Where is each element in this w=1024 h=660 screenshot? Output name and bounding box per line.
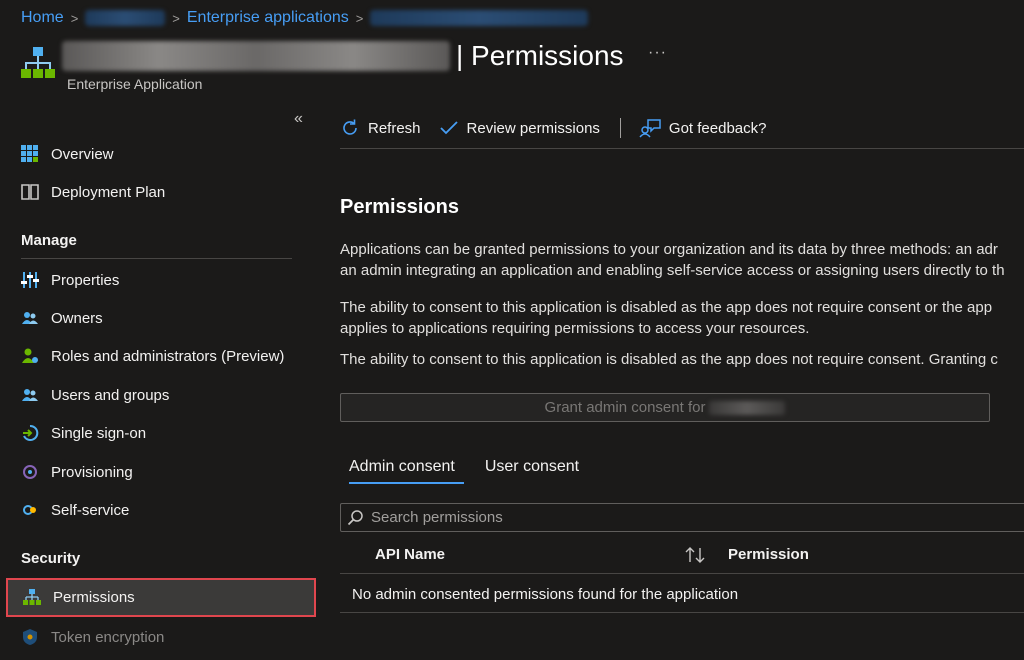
- divider: [340, 148, 1024, 149]
- sidebar-item-overview[interactable]: Overview: [6, 136, 316, 172]
- sidebar-item-label: Single sign-on: [51, 424, 147, 442]
- description-line: The ability to consent to this applicati…: [340, 299, 993, 316]
- people-icon: [20, 308, 40, 328]
- review-permissions-button[interactable]: Review permissions: [439, 118, 600, 138]
- sidebar-item-label: Token encryption: [51, 628, 165, 646]
- sidebar-item-label: Self-service: [51, 501, 130, 519]
- sidebar-item-label: Properties: [51, 271, 120, 289]
- consent-tabs: Admin consent User consent: [340, 458, 600, 484]
- sidebar-item-label: Users and groups: [51, 386, 170, 404]
- column-header-api-name[interactable]: API Name: [375, 546, 445, 563]
- sidebar-item-provisioning[interactable]: Provisioning: [6, 454, 316, 490]
- self-service-icon: [20, 500, 40, 520]
- redacted-app-name: [62, 41, 450, 71]
- hierarchy-icon: [22, 588, 42, 608]
- breadcrumb-separator: >: [355, 10, 364, 26]
- more-options-button[interactable]: ···: [648, 44, 667, 62]
- sort-icon[interactable]: [684, 546, 706, 564]
- divider: [21, 258, 292, 259]
- section-heading-permissions: Permissions: [340, 196, 459, 218]
- collapse-sidebar-button[interactable]: «: [294, 110, 303, 128]
- grant-admin-consent-label: Grant admin consent for: [544, 399, 706, 416]
- search-box: [340, 503, 1024, 532]
- description-line: applies to applications requiring permis…: [340, 320, 810, 337]
- feedback-label: Got feedback?: [668, 119, 767, 137]
- search-icon: [347, 509, 363, 525]
- book-icon: [20, 182, 40, 202]
- people-icon: [20, 385, 40, 405]
- breadcrumb-redacted-app[interactable]: [370, 10, 589, 26]
- sidebar-item-label: Provisioning: [51, 463, 133, 481]
- sidebar-item-deployment-plan[interactable]: Deployment Plan: [6, 174, 316, 210]
- shield-icon: [20, 627, 40, 647]
- sidebar-item-token-encryption[interactable]: Token encryption: [6, 619, 316, 655]
- sidebar-item-roles-and-administrators[interactable]: Roles and administrators (Preview): [6, 338, 316, 374]
- cloud-sync-icon: [20, 462, 40, 482]
- sidebar-item-label: Overview: [51, 145, 114, 163]
- tab-user-consent[interactable]: User consent: [476, 458, 588, 483]
- breadcrumb-separator: >: [172, 10, 180, 26]
- feedback-icon: [639, 119, 661, 138]
- sidebar-item-label: Owners: [51, 309, 103, 327]
- breadcrumb-redacted-tenant[interactable]: [85, 10, 166, 26]
- sidebar-item-label: Permissions: [53, 589, 135, 606]
- description-line: an admin integrating an application and …: [340, 262, 1005, 279]
- table-row: No admin consented permissions found for…: [340, 575, 1024, 613]
- breadcrumb-enterprise-applications[interactable]: Enterprise applications: [187, 9, 349, 27]
- table-header: API Name Permission: [340, 536, 1024, 574]
- sliders-icon: [20, 270, 40, 290]
- sidebar-item-users-and-groups[interactable]: Users and groups: [6, 377, 316, 413]
- page-subtitle: Enterprise Application: [67, 76, 203, 92]
- description-paragraph-3: The ability to consent to this applicati…: [340, 349, 1024, 370]
- command-bar: Refresh Review permissions Got feedback?: [340, 112, 784, 144]
- sidebar-item-label: Deployment Plan: [51, 183, 166, 201]
- section-heading-manage: Manage: [21, 232, 77, 249]
- enterprise-app-icon: [21, 47, 55, 78]
- refresh-button[interactable]: Refresh: [340, 118, 421, 138]
- grant-admin-consent-button[interactable]: Grant admin consent for: [340, 393, 990, 422]
- refresh-icon: [343, 119, 357, 135]
- sidebar-item-single-sign-on[interactable]: Single sign-on: [6, 415, 316, 451]
- breadcrumb-home[interactable]: Home: [21, 9, 64, 27]
- sidebar-item-label: Roles and administrators (Preview): [51, 347, 285, 365]
- toolbar-divider: [619, 118, 621, 138]
- page-title: | Permissions: [62, 38, 624, 74]
- sidebar-item-self-service[interactable]: Self-service: [6, 492, 316, 528]
- description-paragraph-1: Applications can be granted permissions …: [340, 239, 1024, 281]
- sidebar-item-properties[interactable]: Properties: [6, 262, 316, 298]
- search-input[interactable]: [371, 509, 971, 526]
- refresh-label: Refresh: [368, 119, 421, 137]
- column-header-permission[interactable]: Permission: [728, 546, 809, 563]
- breadcrumb: Home > > Enterprise applications >: [21, 7, 589, 29]
- description-paragraph-2: The ability to consent to this applicati…: [340, 297, 1024, 339]
- empty-table-message: No admin consented permissions found for…: [352, 586, 739, 603]
- sidebar-item-permissions[interactable]: Permissions: [6, 578, 316, 617]
- redacted-tenant-name: [709, 400, 786, 415]
- person-badge-icon: [20, 346, 40, 366]
- sign-in-icon: [20, 423, 40, 443]
- review-permissions-label: Review permissions: [466, 119, 600, 137]
- description-line: Applications can be granted permissions …: [340, 241, 998, 258]
- feedback-button[interactable]: Got feedback?: [639, 118, 767, 138]
- breadcrumb-separator: >: [70, 10, 79, 26]
- page-title-text: | Permissions: [456, 40, 624, 71]
- grid-icon: [20, 144, 40, 164]
- sidebar-item-owners[interactable]: Owners: [6, 300, 316, 336]
- description-line: The ability to consent to this applicati…: [340, 351, 998, 368]
- section-heading-security: Security: [21, 550, 81, 567]
- tab-admin-consent[interactable]: Admin consent: [340, 458, 464, 484]
- checkmark-icon: [439, 121, 458, 135]
